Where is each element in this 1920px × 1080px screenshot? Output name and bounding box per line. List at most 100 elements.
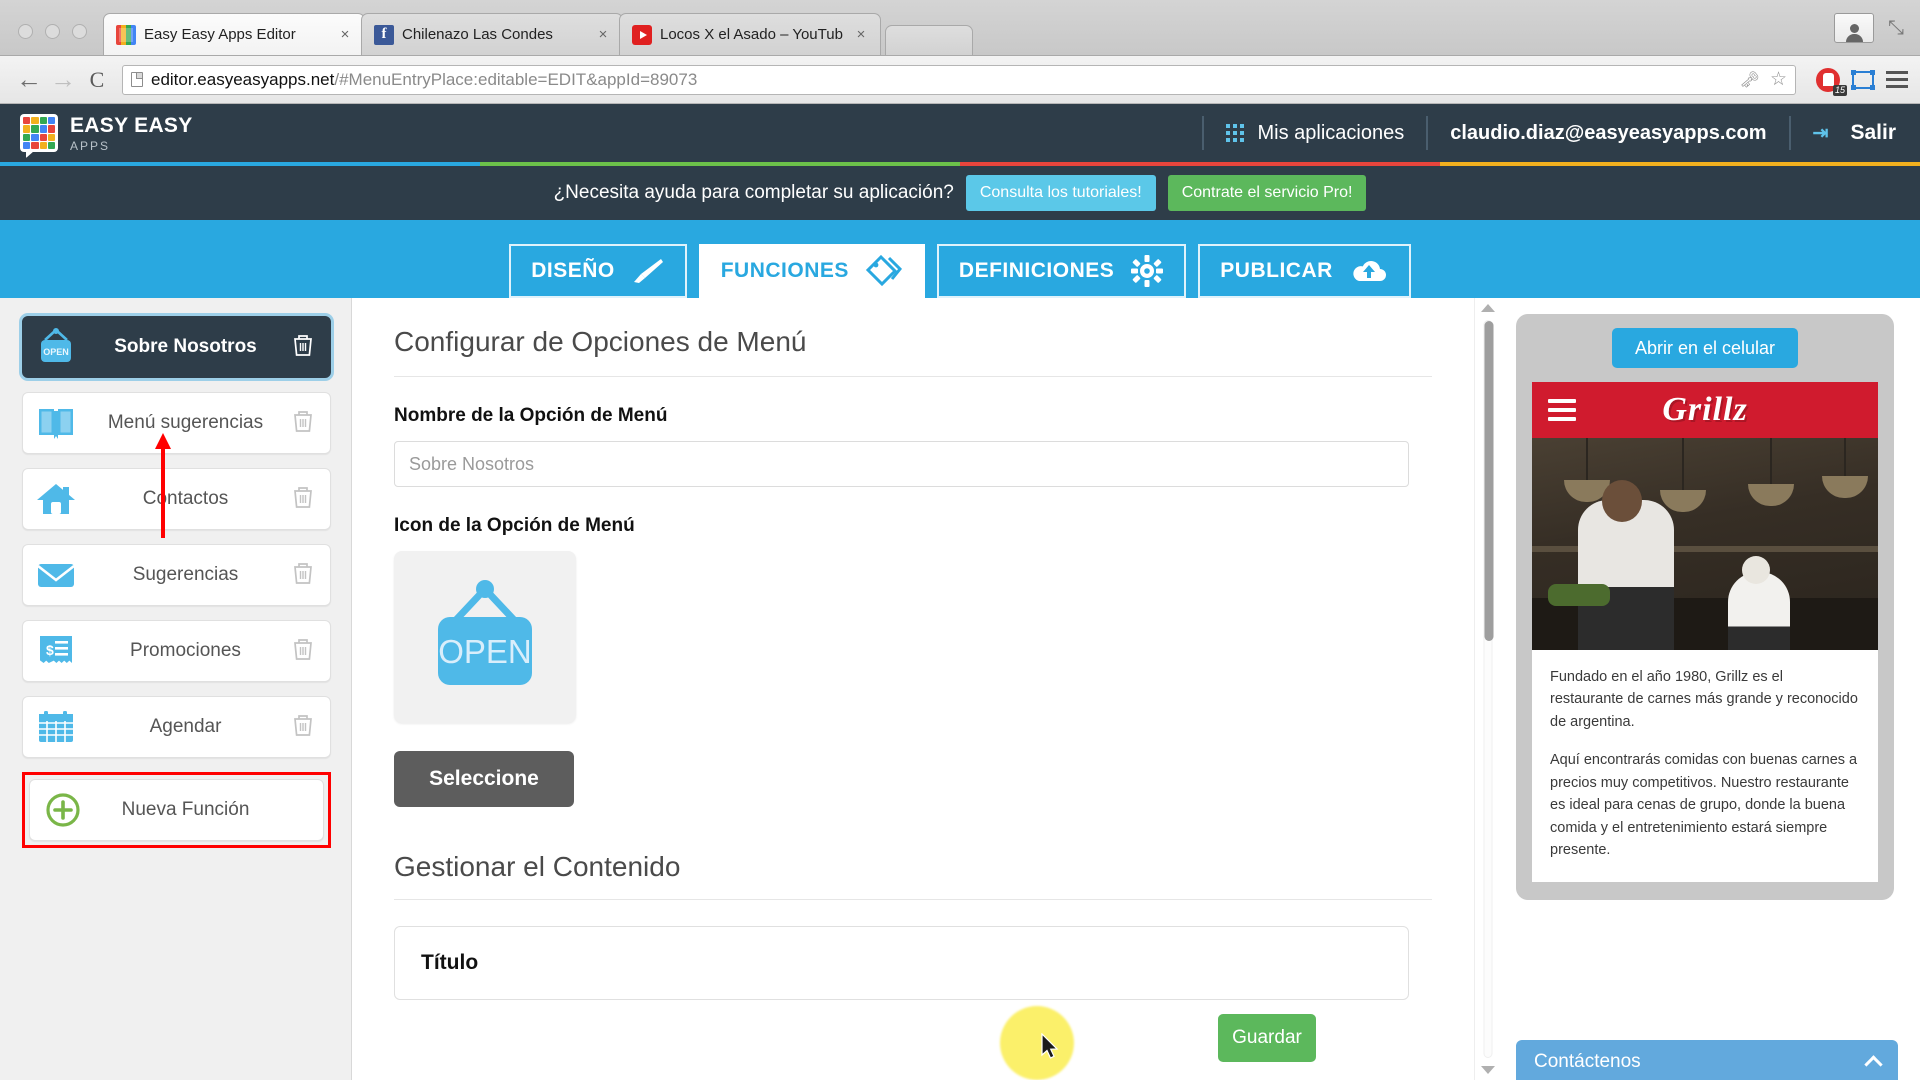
screenshot-icon[interactable] xyxy=(1852,71,1874,89)
sidebar-item-sugerencias[interactable]: Sugerencias xyxy=(22,544,331,606)
content-scrollbar[interactable] xyxy=(1474,298,1500,1080)
preview-paragraph-1: Fundado en el año 1980, Grillz es el res… xyxy=(1550,666,1860,733)
zoom-window-button[interactable] xyxy=(72,24,87,39)
sidebar-item-label: Contactos xyxy=(79,488,292,510)
new-function-button[interactable]: Nueva Función xyxy=(29,779,324,841)
gear-icon xyxy=(1130,254,1164,288)
browser-toolbar: ← → C editor.easyeasyapps.net/#MenuEntry… xyxy=(0,56,1920,104)
chevron-up-icon[interactable] xyxy=(1864,1055,1882,1073)
pro-service-button[interactable]: Contrate el servicio Pro! xyxy=(1168,175,1367,211)
browser-tab-2[interactable]: Locos X el Asado – YouTub × xyxy=(619,13,881,55)
help-bar: ¿Necesita ayuda para completar su aplica… xyxy=(0,166,1920,220)
tab-title: Locos X el Asado – YouTub xyxy=(660,26,850,43)
user-email-cell[interactable]: claudio.diaz@easyeasyapps.com xyxy=(1426,116,1788,150)
sidebar-item-label: Promociones xyxy=(79,640,292,662)
scroll-up-arrow-icon[interactable] xyxy=(1481,304,1495,312)
phone-screen: Grillz xyxy=(1532,382,1878,882)
star-icon[interactable]: ☆ xyxy=(1770,68,1787,91)
tab-close-icon[interactable]: × xyxy=(334,26,356,43)
hamburger-icon[interactable] xyxy=(1548,399,1576,421)
forward-button[interactable]: → xyxy=(46,64,80,95)
icon-preview-tile[interactable]: OPEN xyxy=(394,551,576,723)
logout-icon: ⇥ xyxy=(1813,122,1829,145)
back-button[interactable]: ← xyxy=(12,64,46,95)
close-window-button[interactable] xyxy=(18,24,33,39)
address-bar-url: editor.easyeasyapps.net/#MenuEntryPlace:… xyxy=(151,70,697,90)
sidebar-item-promociones[interactable]: $ Promociones xyxy=(22,620,331,682)
tab-label: DEFINICIONES xyxy=(959,259,1114,283)
tab-close-icon[interactable]: × xyxy=(592,26,614,43)
maximize-icon[interactable]: ⤡ xyxy=(1888,17,1904,40)
tab-title: Easy Easy Apps Editor xyxy=(144,26,334,43)
content-title-label: Título xyxy=(421,951,1382,975)
tab-publicar[interactable]: PUBLICAR xyxy=(1198,244,1411,298)
easyeasy-logo-icon xyxy=(20,114,58,152)
annotation-arrow-icon xyxy=(150,430,176,545)
scrollbar-thumb[interactable] xyxy=(1484,321,1493,641)
header-right: Mis aplicaciones claudio.diaz@easyeasyap… xyxy=(1202,104,1920,162)
window-controls[interactable] xyxy=(0,24,103,55)
tab-funciones[interactable]: FUNCIONES xyxy=(699,244,925,298)
menu-name-input[interactable]: Sobre Nosotros xyxy=(394,441,1409,487)
tags-icon xyxy=(865,255,903,287)
select-icon-button[interactable]: Seleccione xyxy=(394,751,574,807)
sidebar-item-label: Sugerencias xyxy=(79,564,292,586)
address-bar[interactable]: editor.easyeasyapps.net/#MenuEntryPlace:… xyxy=(122,65,1796,95)
svg-text:OPEN: OPEN xyxy=(438,633,532,670)
brand-line1: EASY EASY xyxy=(70,115,193,136)
trash-icon[interactable] xyxy=(292,561,316,590)
menu-name-label: Nombre de la Opción de Menú xyxy=(394,405,1432,427)
contact-us-label: Contáctenos xyxy=(1534,1051,1641,1073)
tab-label: PUBLICAR xyxy=(1220,259,1333,283)
brand-line2: APPS xyxy=(70,140,193,152)
trash-icon[interactable] xyxy=(292,485,316,514)
key-icon[interactable]: 🗝 xyxy=(1740,70,1760,90)
brush-icon xyxy=(631,256,665,286)
receipt-icon: $ xyxy=(33,630,79,672)
open-sign-icon: OPEN xyxy=(33,326,79,368)
chrome-menu-icon[interactable] xyxy=(1886,71,1908,88)
tab-close-icon[interactable]: × xyxy=(850,26,872,43)
minimize-window-button[interactable] xyxy=(45,24,60,39)
new-tab-button[interactable] xyxy=(885,25,973,55)
main-tab-bar: DISEÑO FUNCIONES DEFINICIONES PUBLICAR xyxy=(0,220,1920,298)
logout-label[interactable]: Salir xyxy=(1850,121,1920,145)
trash-icon[interactable] xyxy=(292,333,316,362)
browser-tab-1[interactable]: f Chilenazo Las Condes × xyxy=(361,13,623,55)
my-apps-link[interactable]: Mis aplicaciones xyxy=(1202,116,1427,150)
tab-diseno[interactable]: DISEÑO xyxy=(509,244,687,298)
form-area: Configurar de Opciones de Menú Nombre de… xyxy=(352,298,1474,1000)
contact-us-bar[interactable]: Contáctenos xyxy=(1516,1040,1898,1080)
adblock-icon[interactable]: 15 xyxy=(1816,68,1840,92)
scrollbar-track[interactable] xyxy=(1483,320,1492,1058)
trash-icon[interactable] xyxy=(292,409,316,438)
home-icon xyxy=(33,478,79,520)
tutorials-button[interactable]: Consulta los tutoriales! xyxy=(966,175,1156,211)
sidebar-item-sobre-nosotros[interactable]: OPEN Sobre Nosotros xyxy=(22,316,331,378)
profile-icon[interactable] xyxy=(1834,13,1874,43)
save-button[interactable]: Guardar xyxy=(1218,1014,1316,1062)
sidebar-item-menu-sugerencias[interactable]: Menú sugerencias xyxy=(22,392,331,454)
logout-button[interactable]: ⇥ xyxy=(1789,116,1851,150)
content-section-title: Gestionar el Contenido xyxy=(394,851,1432,900)
brand-logo[interactable]: EASY EASY APPS xyxy=(0,114,193,152)
sidebar-item-agendar[interactable]: Agendar xyxy=(22,696,331,758)
app-header: EASY EASY APPS Mis aplicaciones claudio.… xyxy=(0,104,1920,162)
open-on-mobile-button[interactable]: Abrir en el celular xyxy=(1612,328,1798,368)
trash-icon[interactable] xyxy=(292,637,316,666)
sidebar-item-contactos[interactable]: Contactos xyxy=(22,468,331,530)
omnibox-icons: 🗝 ☆ xyxy=(1740,68,1787,91)
trash-icon[interactable] xyxy=(292,713,316,742)
tab-label: DISEÑO xyxy=(531,259,615,283)
plus-circle-icon xyxy=(40,789,86,831)
open-sign-icon: OPEN xyxy=(420,575,550,700)
hero-image xyxy=(1532,438,1878,650)
rainbow-divider xyxy=(0,162,1920,166)
scroll-down-arrow-icon[interactable] xyxy=(1481,1066,1495,1074)
tab-definiciones[interactable]: DEFINICIONES xyxy=(937,244,1186,298)
browser-tab-0[interactable]: Easy Easy Apps Editor × xyxy=(103,13,365,55)
reload-icon[interactable]: C xyxy=(80,67,114,93)
page-info-icon[interactable] xyxy=(131,72,143,87)
grid-icon xyxy=(1226,124,1244,142)
svg-text:$: $ xyxy=(46,642,54,658)
